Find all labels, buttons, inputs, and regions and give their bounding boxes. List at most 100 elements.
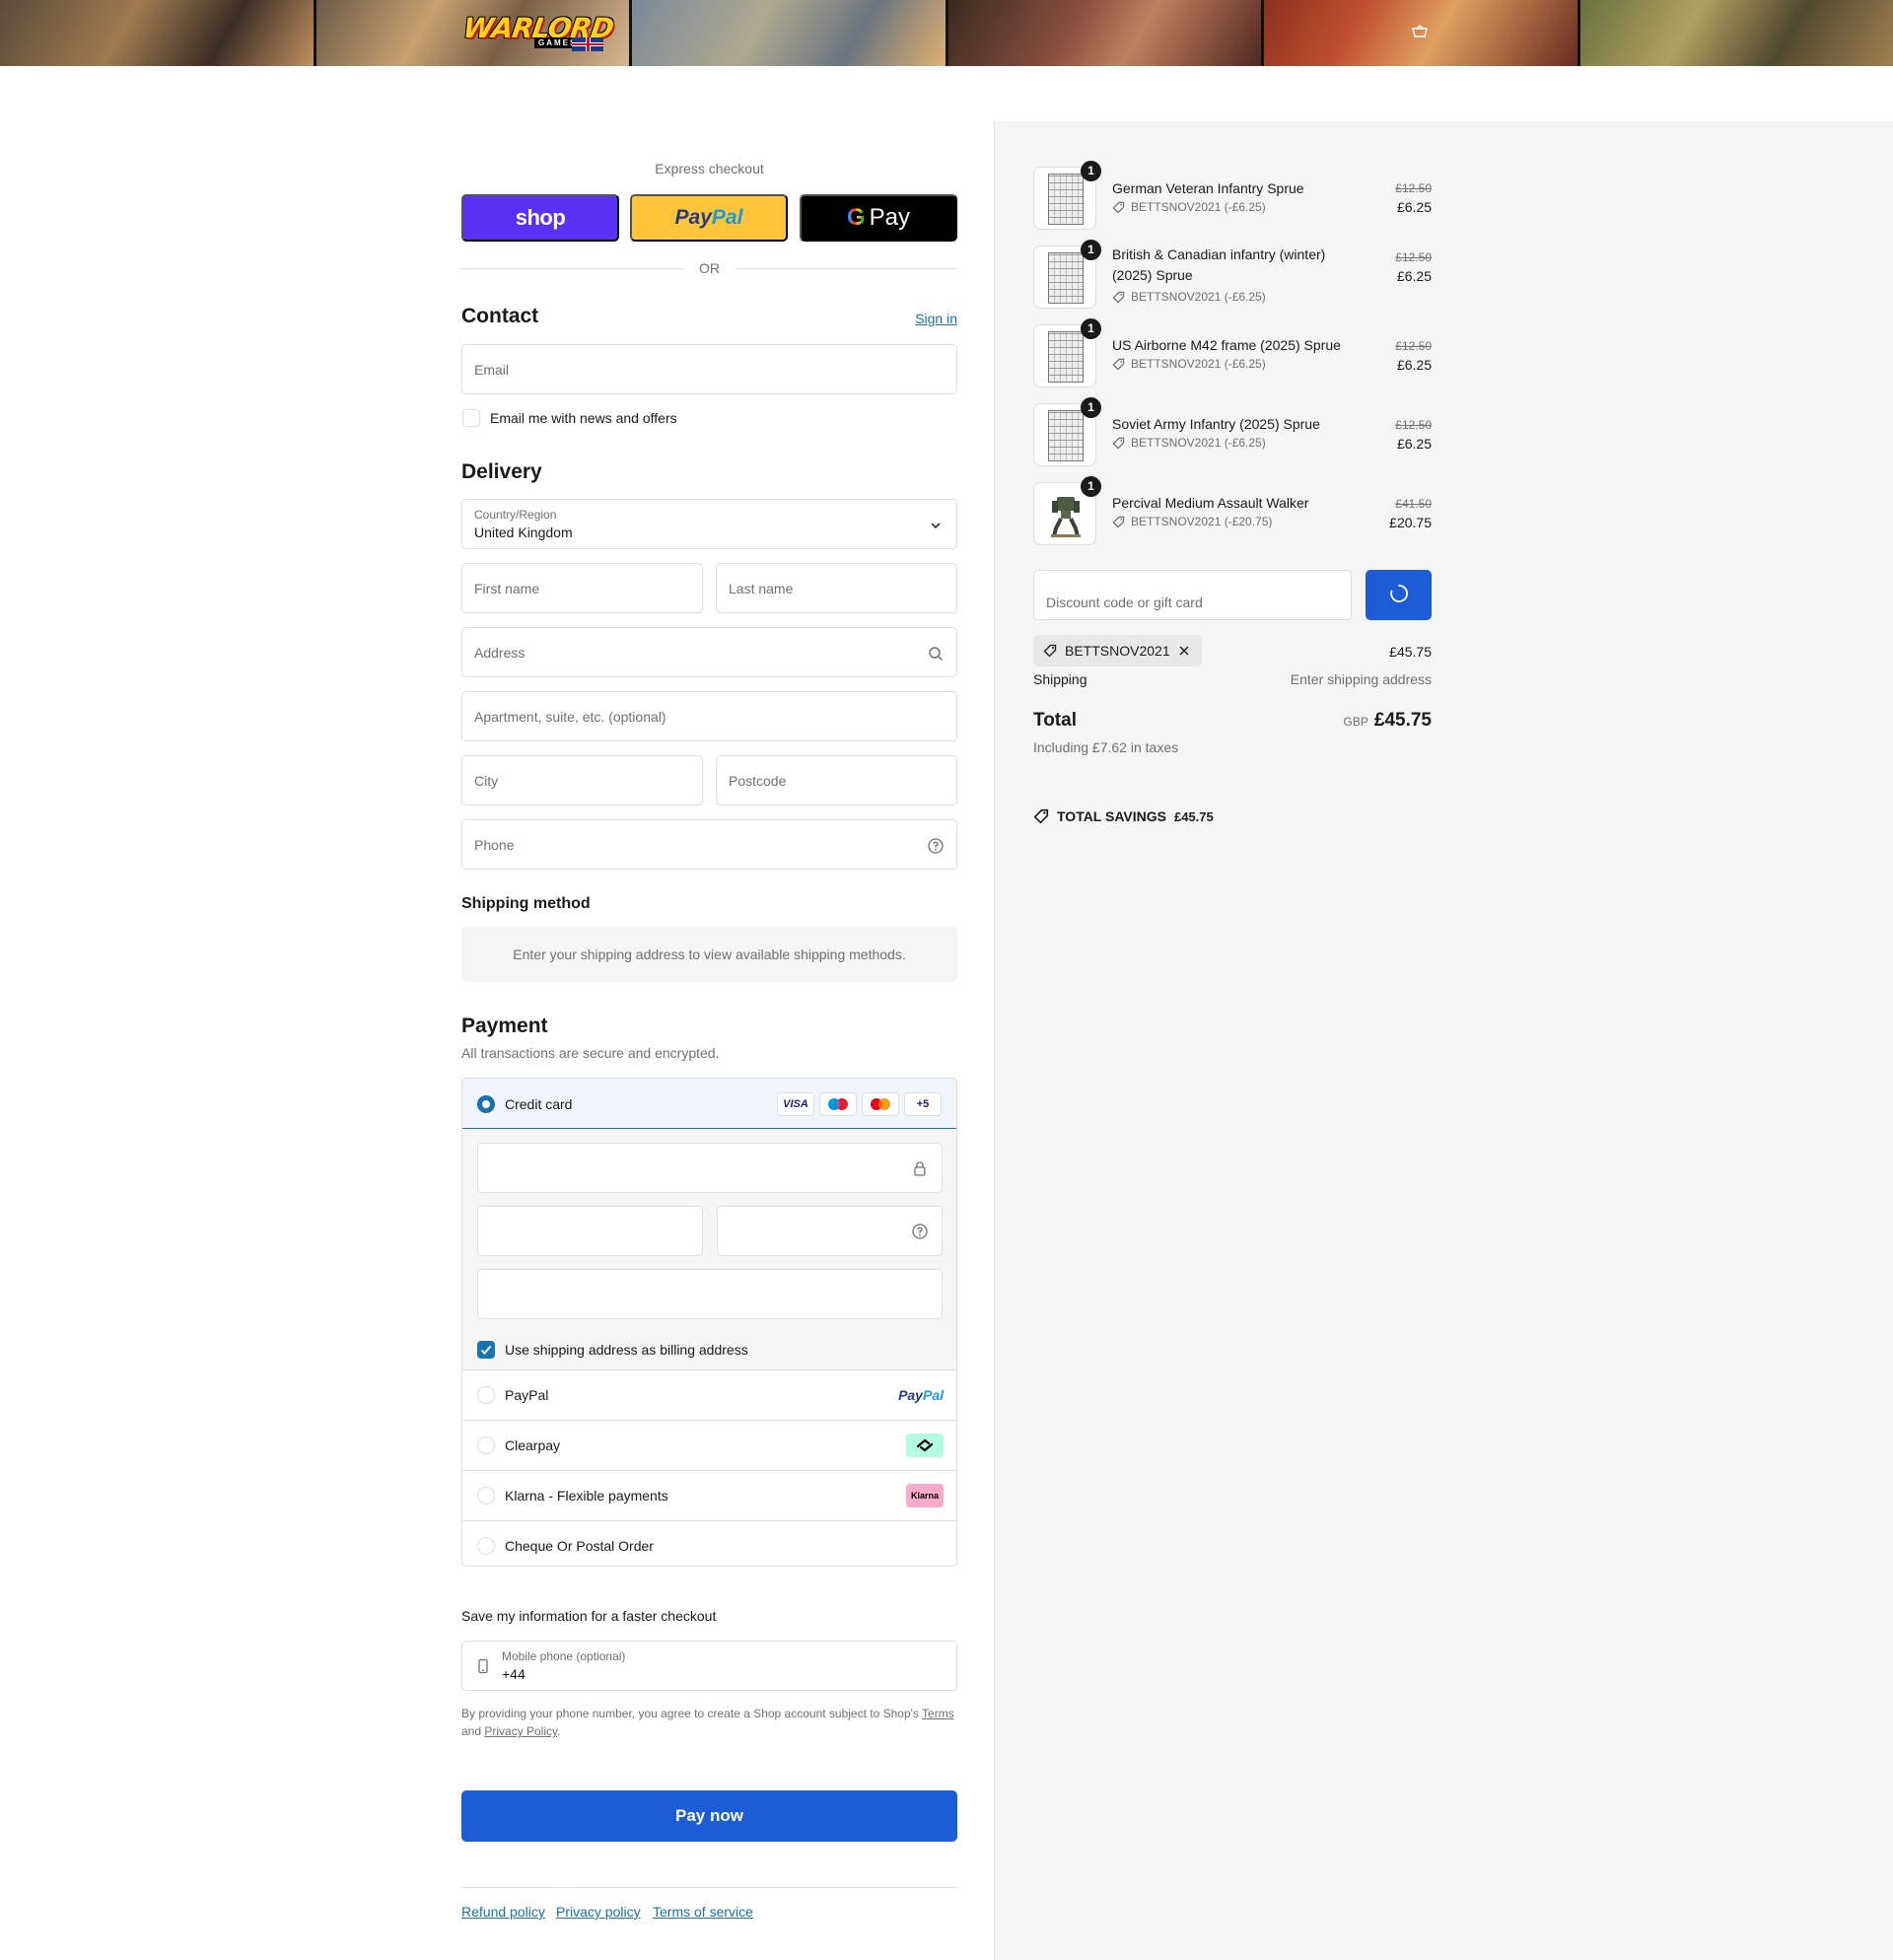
divider-line bbox=[736, 268, 957, 269]
discount-placeholder: Discount code or gift card bbox=[1046, 595, 1203, 610]
paypal-mark-pal: Pal bbox=[922, 1387, 944, 1403]
applied-discount-chip: BETTSNOV2021 bbox=[1033, 635, 1202, 666]
legal-notice: By providing your phone number, you agre… bbox=[461, 1705, 957, 1740]
legal-period: . bbox=[557, 1724, 561, 1738]
phone-field[interactable]: Phone bbox=[461, 819, 957, 870]
privacy-policy-link[interactable]: Privacy Policy bbox=[484, 1724, 557, 1738]
item-discount: BETTSNOV2021 (-£6.25) bbox=[1112, 200, 1266, 214]
cheque-option[interactable]: Cheque Or Postal Order bbox=[462, 1520, 956, 1566]
cheque-label: Cheque Or Postal Order bbox=[505, 1538, 654, 1554]
klarna-radio[interactable] bbox=[477, 1487, 495, 1505]
city-field[interactable]: City bbox=[461, 755, 703, 805]
subtotal-value: £45.75 bbox=[1389, 644, 1432, 660]
cheque-radio[interactable] bbox=[477, 1537, 495, 1555]
last-name-field[interactable]: Last name bbox=[716, 563, 957, 613]
paypal-option[interactable]: PayPal PayPal bbox=[462, 1369, 956, 1420]
postcode-field[interactable]: Postcode bbox=[716, 755, 957, 805]
news-label: Email me with news and offers bbox=[490, 410, 677, 426]
quantity-badge: 1 bbox=[1081, 397, 1101, 418]
store-logo[interactable]: WARLORD GAMES UK bbox=[461, 8, 615, 51]
credit-card-radio[interactable] bbox=[477, 1095, 495, 1113]
news-checkbox[interactable] bbox=[462, 409, 480, 427]
item-name: Soviet Army Infantry (2025) Sprue bbox=[1112, 416, 1320, 432]
name-on-card-field[interactable] bbox=[477, 1269, 943, 1319]
apply-discount-button[interactable] bbox=[1366, 570, 1432, 620]
lock-icon bbox=[914, 1161, 926, 1176]
clearpay-option[interactable]: Clearpay bbox=[462, 1420, 956, 1470]
shop-pay-label: shop bbox=[515, 205, 566, 230]
expiry-field[interactable] bbox=[477, 1206, 703, 1256]
mobile-phone-label: Mobile phone (optional) bbox=[502, 1649, 626, 1663]
footer-divider bbox=[461, 1887, 957, 1888]
credit-card-label: Credit card bbox=[505, 1096, 573, 1112]
first-name-field[interactable]: First name bbox=[461, 563, 703, 613]
item-discount: BETTSNOV2021 (-£6.25) bbox=[1112, 436, 1266, 450]
or-divider: OR bbox=[461, 259, 957, 277]
first-name-placeholder: First name bbox=[474, 581, 540, 596]
security-code-field[interactable] bbox=[717, 1206, 943, 1256]
klarna-mark: Klarna bbox=[910, 1491, 939, 1501]
help-icon[interactable] bbox=[912, 1224, 928, 1239]
item-discount-code: BETTSNOV2021 (-£20.75) bbox=[1131, 515, 1273, 528]
item-name: US Airborne M42 frame (2025) Sprue bbox=[1112, 337, 1341, 353]
delivery-title: Delivery bbox=[461, 460, 542, 483]
sprue-thumbnail bbox=[1048, 174, 1084, 225]
payment-options: Credit card VISA +5 Use shipping address… bbox=[461, 1078, 957, 1567]
pay-now-button[interactable]: Pay now bbox=[461, 1790, 957, 1842]
mobile-phone-field[interactable]: Mobile phone (optional) +44 bbox=[461, 1641, 957, 1691]
item-discount-code: BETTSNOV2021 (-£6.25) bbox=[1131, 200, 1266, 214]
shipping-value: Enter shipping address bbox=[1290, 671, 1432, 687]
mobile-phone-icon bbox=[478, 1658, 488, 1674]
help-icon[interactable] bbox=[928, 838, 944, 854]
close-icon[interactable] bbox=[1178, 645, 1190, 657]
google-pay-button[interactable]: G Pay bbox=[800, 194, 957, 242]
email-placeholder: Email bbox=[474, 362, 510, 378]
maestro-icon bbox=[819, 1092, 857, 1116]
product-image: 1 bbox=[1033, 476, 1101, 545]
sprue-thumbnail bbox=[1048, 410, 1084, 461]
taxes-row: Including £7.62 in taxes bbox=[1033, 739, 1432, 755]
email-field[interactable]: Email bbox=[461, 344, 957, 394]
item-price: £6.25 bbox=[1396, 436, 1432, 452]
tag-icon bbox=[1112, 291, 1125, 303]
klarna-option[interactable]: Klarna - Flexible payments Klarna bbox=[462, 1470, 956, 1520]
savings-value: £45.75 bbox=[1173, 808, 1214, 824]
contact-title: Contact bbox=[461, 305, 539, 327]
refund-policy-link[interactable]: Refund policy bbox=[461, 1904, 545, 1920]
cart-icon[interactable] bbox=[1412, 24, 1428, 37]
walker-thumbnail bbox=[1051, 497, 1081, 537]
currency-code: GBP bbox=[1343, 715, 1368, 729]
original-price: £12.50 bbox=[1395, 181, 1432, 195]
search-icon bbox=[929, 647, 944, 662]
item-name: German Veteran Infantry Sprue bbox=[1112, 180, 1304, 196]
shop-pay-button[interactable]: shop bbox=[461, 194, 619, 242]
country-select[interactable]: Country/Region United Kingdom bbox=[461, 499, 957, 549]
paypal-express-button[interactable]: Pay Pal bbox=[630, 194, 788, 242]
sign-in-link[interactable]: Sign in bbox=[915, 311, 957, 326]
card-number-field[interactable] bbox=[477, 1143, 943, 1193]
credit-card-option[interactable]: Credit card VISA +5 bbox=[462, 1079, 956, 1129]
item-discount-code: BETTSNOV2021 (-£6.25) bbox=[1131, 436, 1266, 450]
country-value: United Kingdom bbox=[474, 525, 573, 540]
discount-code-input[interactable]: Discount code or gift card bbox=[1033, 570, 1352, 620]
apartment-field[interactable]: Apartment, suite, etc. (optional) bbox=[461, 691, 957, 741]
tag-icon bbox=[1033, 808, 1049, 824]
terms-link[interactable]: Terms bbox=[922, 1707, 954, 1720]
original-price: £12.50 bbox=[1395, 418, 1432, 432]
last-name-placeholder: Last name bbox=[729, 581, 794, 596]
city-placeholder: City bbox=[474, 773, 499, 789]
address-field[interactable]: Address bbox=[461, 627, 957, 677]
terms-of-service-link[interactable]: Terms of service bbox=[653, 1904, 753, 1920]
paypal-radio[interactable] bbox=[477, 1386, 495, 1404]
privacy-policy-footer-link[interactable]: Privacy policy bbox=[556, 1904, 641, 1920]
chevron-down-icon bbox=[931, 523, 941, 529]
billing-checkbox[interactable] bbox=[477, 1341, 495, 1359]
paypal-mark-pay: Pay bbox=[898, 1387, 923, 1403]
item-discount: BETTSNOV2021 (-£6.25) bbox=[1112, 290, 1266, 304]
item-discount: BETTSNOV2021 (-£6.25) bbox=[1112, 357, 1266, 371]
visa-icon: VISA bbox=[777, 1092, 814, 1116]
clearpay-radio[interactable] bbox=[477, 1436, 495, 1454]
quantity-badge: 1 bbox=[1081, 318, 1101, 339]
clearpay-icon bbox=[906, 1434, 944, 1457]
item-price: £6.25 bbox=[1396, 357, 1432, 373]
